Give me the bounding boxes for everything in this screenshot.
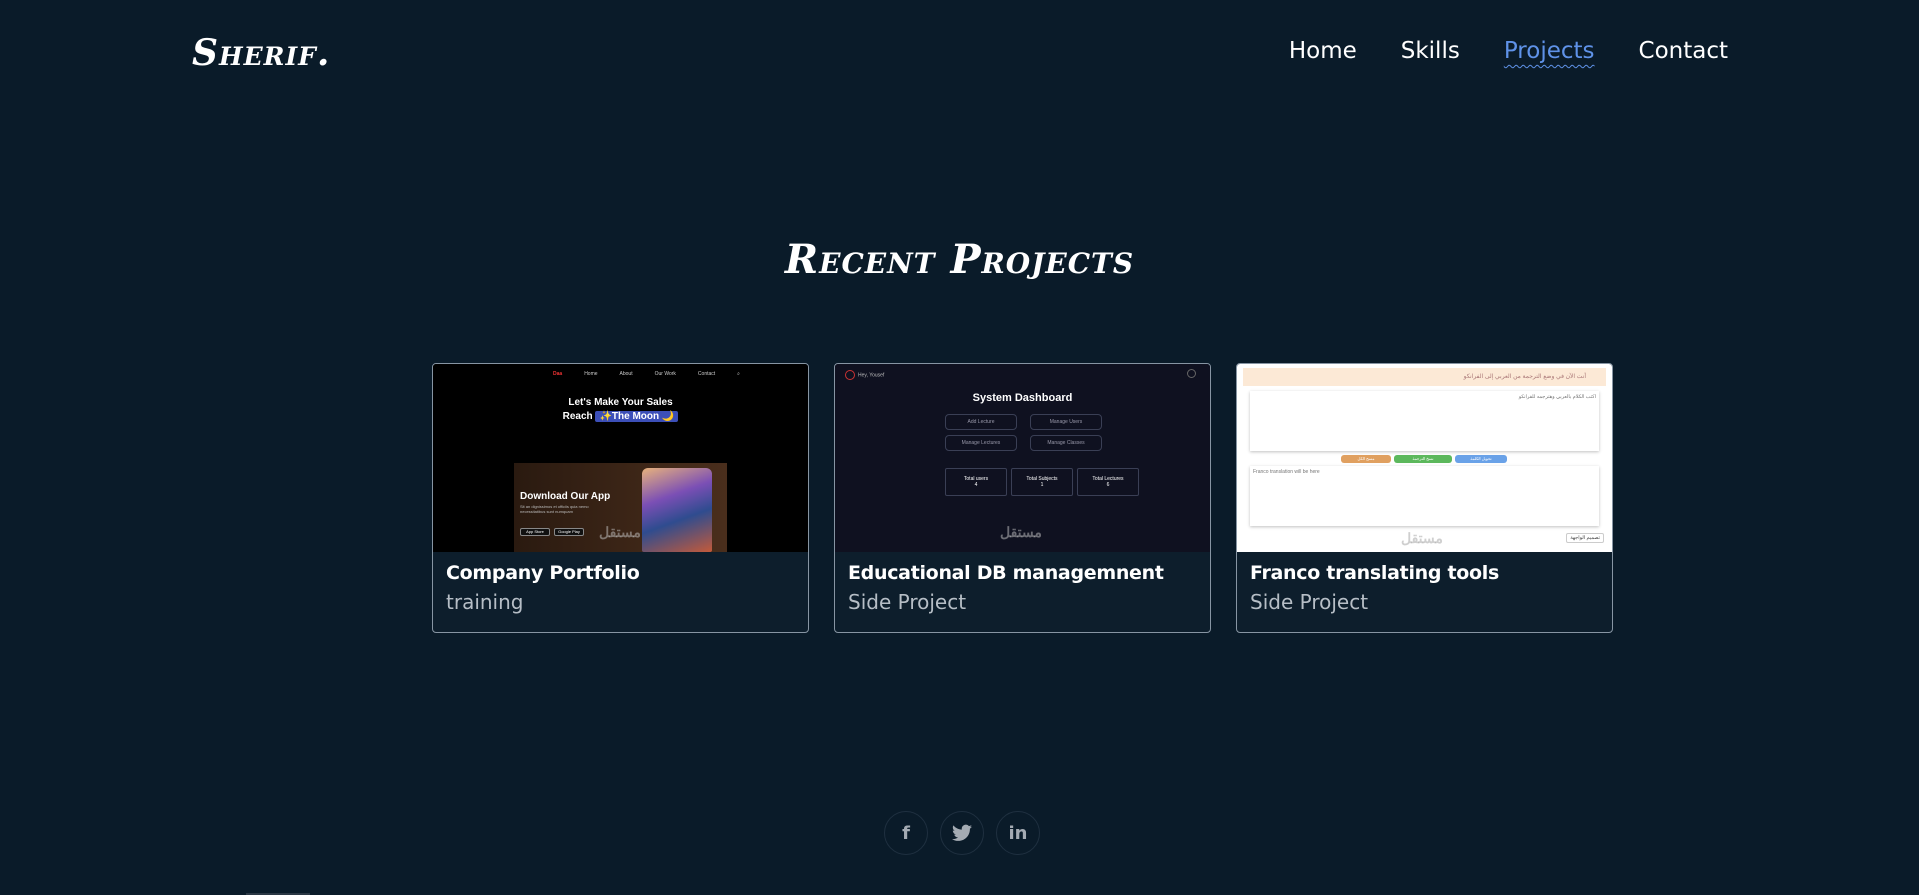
project-subtitle: Side Project <box>848 590 967 614</box>
nav-skills[interactable]: Skills <box>1401 38 1460 64</box>
thumb-hero-line1: Let's Make Your Sales <box>568 397 673 408</box>
thumb-dashboard-button: Manage Lectures <box>945 435 1017 451</box>
thumb-watermark: مستقل <box>599 524 641 540</box>
thumb-nav: Daa Home About Our Work Contact ⌕ <box>553 371 740 377</box>
project-card-educational-db[interactable]: Hey, Yousef System Dashboard Add Lecture… <box>834 363 1211 633</box>
social-links: f in <box>884 811 1040 855</box>
thumb-app-heading: Download Our App <box>520 491 611 502</box>
project-card-franco-translating[interactable]: أنت الآن في وضع الترجمة من العربي إلى ال… <box>1236 363 1613 633</box>
thumb-hero-prefix: Reach <box>562 411 593 422</box>
thumb-app-store-badge: App Store <box>520 528 550 536</box>
thumb-watermark: مستقل <box>1401 530 1443 546</box>
thumb-hero-line2: Reach ✨The Moon 🌙 <box>433 410 808 424</box>
thumb-google-play-badge: Google Play <box>554 528 584 536</box>
thumb-chip: نسخ الترجمة <box>1394 455 1452 463</box>
thumb-hero-pill: ✨The Moon 🌙 <box>595 411 679 422</box>
thumb-stat-value: 4 <box>974 482 978 488</box>
thumb-user-label: Hey, Yousef <box>858 372 885 379</box>
thumb-stat-card: Total Lectures 6 <box>1077 468 1139 496</box>
card-body: Educational DB managemnent Side Project <box>835 552 1210 624</box>
linkedin-icon[interactable]: in <box>996 811 1040 855</box>
project-thumbnail: Hey, Yousef System Dashboard Add Lecture… <box>835 364 1210 552</box>
thumb-chip: مسح الكل <box>1341 455 1391 463</box>
thumb-stat-card: Total Subjects 1 <box>1011 468 1073 496</box>
thumb-book-image <box>642 468 712 552</box>
card-body: Company Portfolio training <box>433 552 808 624</box>
thumb-nav-item: Contact <box>697 371 716 377</box>
avatar-icon <box>845 370 855 380</box>
facebook-icon[interactable]: f <box>884 811 928 855</box>
thumb-user: Hey, Yousef <box>845 370 884 380</box>
thumb-input-box: اكتب الكلام بالعربي وهترجمه للفرانكو <box>1250 391 1599 451</box>
project-subtitle: training <box>446 590 524 614</box>
thumb-banner: أنت الآن في وضع الترجمة من العربي إلى ال… <box>1243 368 1606 386</box>
thumb-nav-item: Our Work <box>654 371 676 377</box>
thumb-hero: Let's Make Your Sales Reach ✨The Moon 🌙 <box>433 396 808 424</box>
nav-projects[interactable]: Projects <box>1504 38 1595 64</box>
project-thumbnail: Daa Home About Our Work Contact ⌕ Let's … <box>433 364 808 552</box>
main-nav: Home Skills Projects Contact <box>1289 38 1728 64</box>
thumb-footer: تصميم الواجهة <box>1566 533 1604 543</box>
project-subtitle: Side Project <box>1250 590 1369 614</box>
thumb-heading: System Dashboard <box>972 392 1073 404</box>
thumb-brand: Daa <box>553 371 563 377</box>
thumb-dashboard-button: Manage Users <box>1030 414 1102 430</box>
project-title: Educational DB managemnent <box>848 562 1164 584</box>
twitter-bird-icon <box>952 824 972 841</box>
project-title: Company Portfolio <box>446 562 640 584</box>
project-cards: Daa Home About Our Work Contact ⌕ Let's … <box>432 363 1613 633</box>
thumb-search-icon: ⌕ <box>737 371 740 377</box>
thumb-stat-card: Total users 4 <box>945 468 1007 496</box>
site-logo[interactable]: Sherif. <box>192 32 330 74</box>
thumb-nav-item: Home <box>584 371 598 377</box>
nav-contact[interactable]: Contact <box>1639 38 1728 64</box>
thumb-nav-item: About <box>619 371 633 377</box>
section-title: Recent Projects <box>784 236 1135 283</box>
project-card-company-portfolio[interactable]: Daa Home About Our Work Contact ⌕ Let's … <box>432 363 809 633</box>
thumb-dashboard-button: Add Lecture <box>945 414 1017 430</box>
card-body: Franco translating tools Side Project <box>1237 552 1612 624</box>
thumb-app-text: Sit an dignissimos et officiis quia nemo… <box>520 504 589 514</box>
thumb-chip: تحويل الكلمة <box>1455 455 1507 463</box>
thumb-dashboard-button: Manage Classes <box>1030 435 1102 451</box>
thumb-stat-value: 1 <box>1040 482 1044 488</box>
thumb-watermark: مستقل <box>1000 524 1042 540</box>
project-thumbnail: أنت الآن في وضع الترجمة من العربي إلى ال… <box>1237 364 1612 552</box>
twitter-icon[interactable] <box>940 811 984 855</box>
thumb-close-icon <box>1187 369 1196 378</box>
thumb-stat-value: 6 <box>1106 482 1110 488</box>
nav-home[interactable]: Home <box>1289 38 1357 64</box>
thumb-output-box: Franco translation will be here <box>1250 466 1599 526</box>
project-title: Franco translating tools <box>1250 562 1500 584</box>
